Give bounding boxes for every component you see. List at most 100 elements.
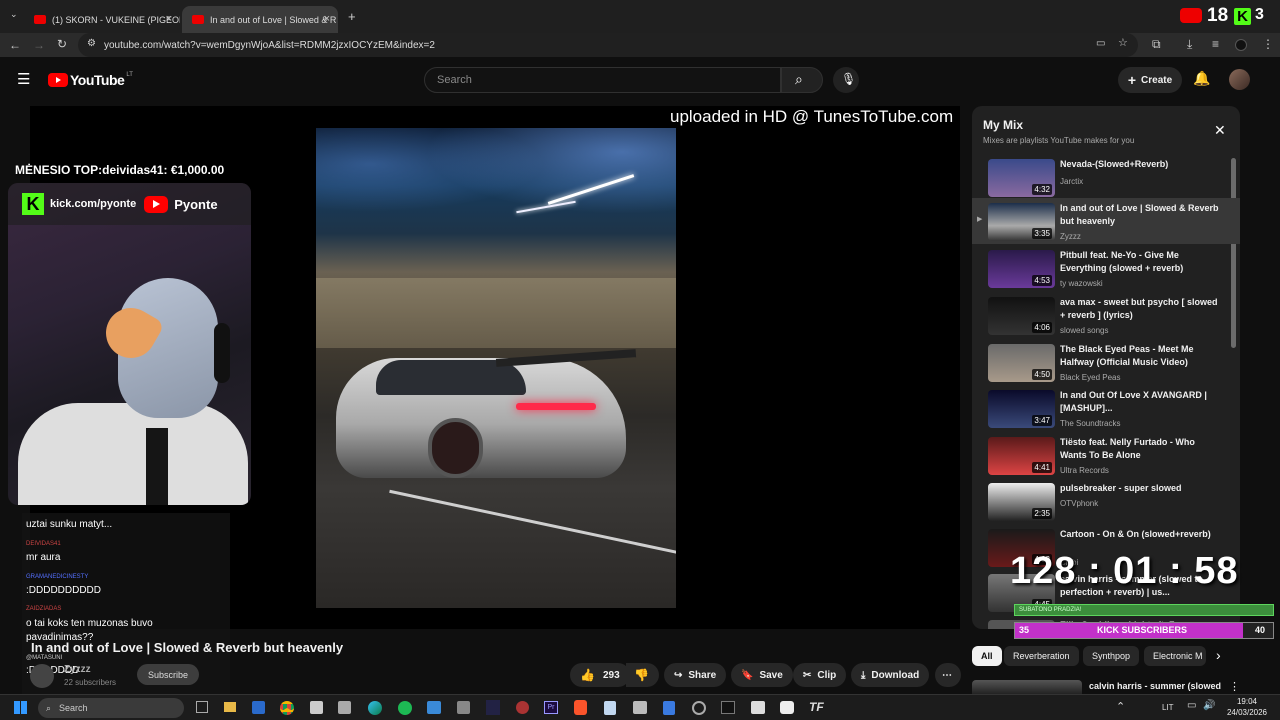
clip-button[interactable]: ✂ Clip <box>793 663 847 687</box>
dislike-button[interactable]: 👎 <box>626 663 659 687</box>
extensions-puzzle-icon[interactable]: ⧉ <box>1152 38 1161 50</box>
browser-toolbar: ← → ↻ ⚙ youtube.com/watch?v=wemDgynWjoA&… <box>0 33 1280 57</box>
tab-search-icon[interactable]: ≡ <box>1212 38 1219 50</box>
chips-next-chevron-icon[interactable]: › <box>1216 647 1221 663</box>
browser-tab-2-active[interactable]: In and out of Love | Slowed & R × <box>182 6 338 33</box>
hamburger-menu-icon[interactable]: ☰ <box>17 72 30 87</box>
playlist-item[interactable]: 4:53 Pitbull feat. Ne-Yo - Give Me Every… <box>972 245 1240 291</box>
playlist-item[interactable]: 4:06 ava max - sweet but psycho [ slowed… <box>972 292 1240 338</box>
taskbar-app-icon[interactable] <box>692 701 706 715</box>
video-frame[interactable] <box>316 128 676 608</box>
item-title: In and out of Love | Slowed & Reverb but… <box>1060 203 1219 226</box>
channel-name[interactable]: Zyzzz <box>64 664 91 675</box>
terminal-icon[interactable] <box>721 701 735 714</box>
download-icon[interactable]: ⤓ <box>1187 38 1192 50</box>
taskbar-search-input[interactable]: ⌕ Search <box>38 698 184 718</box>
taskbar-app-icon[interactable] <box>604 701 616 715</box>
brave-icon[interactable] <box>574 700 587 715</box>
download-button[interactable]: ⤓ Download <box>851 663 930 687</box>
chip-all[interactable]: All <box>972 646 1002 666</box>
taskbar-app-icon[interactable] <box>252 701 265 714</box>
clock-time[interactable]: 19:04 <box>1222 697 1272 706</box>
subscribe-button[interactable]: Subscribe <box>137 664 199 685</box>
task-view-icon[interactable] <box>196 701 208 713</box>
video-thumbnail: 3:35 <box>988 203 1055 241</box>
recommended-title[interactable]: calvin harris - summer (slowed <box>1089 681 1221 691</box>
volume-icon[interactable]: 🔊 <box>1203 700 1215 711</box>
forward-arrow-icon[interactable]: → <box>33 39 45 51</box>
duration: 3:35 <box>1032 228 1052 239</box>
site-info-icon[interactable]: ⚙ <box>87 39 96 49</box>
bookmark-star-icon[interactable]: ☆ <box>1118 38 1128 49</box>
tab-list-chevron-icon[interactable]: ⌄ <box>10 10 18 19</box>
video-thumbnail: 3:47 <box>988 390 1055 428</box>
close-tab-icon[interactable]: × <box>324 13 330 25</box>
taskbar-app-icon[interactable] <box>516 701 529 714</box>
notifications-bell-icon[interactable]: 🔔 <box>1193 71 1210 85</box>
socials-banner: K kick.com/pyonte Pyonte <box>8 183 251 225</box>
channel-avatar[interactable] <box>30 664 54 688</box>
taskbar-app-icon[interactable] <box>751 701 765 714</box>
taskbar-app-icon[interactable] <box>486 700 500 715</box>
video-thumbnail: 4:06 <box>988 297 1055 335</box>
voice-search-button[interactable]: 🎙 <box>833 67 859 93</box>
back-arrow-icon[interactable]: ← <box>9 39 21 51</box>
new-tab-plus-icon[interactable]: + <box>348 10 356 23</box>
item-title: Pitbull feat. Ne-Yo - Give Me Everything… <box>1060 250 1184 273</box>
search-icon: ⌕ <box>795 71 803 87</box>
taskbar-app-icon[interactable] <box>457 701 470 714</box>
recommended-more-icon[interactable]: ⋮ <box>1229 680 1240 693</box>
share-button[interactable]: ↪ Share <box>664 663 727 687</box>
taskbar-app-icon[interactable] <box>633 701 647 714</box>
profile-avatar[interactable] <box>1235 39 1247 51</box>
youtube-logo[interactable]: YouTube LT <box>48 71 133 89</box>
taskbar-app-icon[interactable] <box>780 701 794 714</box>
taskbar-app-icon[interactable]: TF <box>809 700 824 714</box>
playlist-item[interactable]: 2:35 pulsebreaker - super slowed OTVphon… <box>972 478 1240 524</box>
show-hidden-icons-chevron[interactable]: ⌃ <box>1116 700 1125 713</box>
address-bar[interactable]: ⚙ youtube.com/watch?v=wemDgynWjoA&list=R… <box>78 33 1138 57</box>
taskbar-app-icon[interactable] <box>338 701 351 714</box>
chrome-icon[interactable] <box>280 701 294 715</box>
playlist-item-current[interactable]: ▶ 3:35 In and out of Love | Slowed & Rev… <box>972 198 1240 244</box>
network-icon[interactable]: ▭ <box>1187 700 1196 711</box>
file-explorer-icon[interactable] <box>224 702 236 712</box>
playlist-item[interactable]: 3:47 In and Out Of Love X AVANGARD | [MA… <box>972 385 1240 431</box>
video-title: In and out of Love | Slowed & Reverb but… <box>31 640 344 655</box>
close-tab-icon[interactable]: × <box>166 13 172 25</box>
reload-icon[interactable]: ↻ <box>57 38 67 50</box>
video-thumbnail: 4:53 <box>988 250 1055 288</box>
clock-date[interactable]: 24/03/2026 <box>1222 708 1272 717</box>
browser-tab-1[interactable]: (1) SKORN - VUKEINE (PIGEON × <box>24 6 180 33</box>
webcam-feed: K kick.com/pyonte Pyonte <box>8 183 251 505</box>
account-avatar[interactable] <box>1229 69 1250 90</box>
browser-menu-icon[interactable]: ⋮ <box>1262 38 1274 50</box>
playlist-item[interactable]: 4:50 The Black Eyed Peas - Meet Me Halfw… <box>972 339 1240 385</box>
taskbar-app-icon[interactable] <box>310 701 323 714</box>
playlist-item[interactable]: 4:41 Tiësto feat. Nelly Furtado - Who Wa… <box>972 432 1240 478</box>
create-button[interactable]: + Create <box>1118 67 1182 93</box>
headphones-decoration <box>214 323 230 383</box>
chip-reverberation[interactable]: Reverberation <box>1004 646 1079 666</box>
save-button[interactable]: 🔖 Save <box>731 663 793 687</box>
windows-start-icon[interactable] <box>14 701 27 714</box>
chip-electronic[interactable]: Electronic M <box>1144 646 1206 666</box>
edge-icon[interactable] <box>368 701 382 715</box>
close-playlist-icon[interactable]: ✕ <box>1214 122 1226 139</box>
chip-synthpop[interactable]: Synthpop <box>1083 646 1140 666</box>
streamer-body-decoration <box>18 403 248 505</box>
language-indicator[interactable]: LIT <box>1162 703 1174 712</box>
search-button[interactable]: ⌕ <box>781 67 823 93</box>
search-input[interactable]: Search <box>424 67 781 93</box>
playlist-item[interactable]: 4:32 Nevada-(Slowed+Reverb) Jarctix <box>972 154 1240 200</box>
spotify-icon[interactable] <box>398 701 412 715</box>
taskbar-app-icon[interactable] <box>427 701 441 714</box>
recommended-thumbnail[interactable] <box>972 680 1082 694</box>
like-button[interactable]: 👍 293 <box>570 663 630 687</box>
taskbar-app-icon[interactable] <box>663 701 675 715</box>
more-actions-button[interactable]: ⋯ <box>935 663 961 687</box>
monthly-top-donor: MĖNESIO TOP:deividas41: €1,000.00 <box>15 163 225 177</box>
install-app-icon[interactable]: ▭ <box>1096 39 1105 49</box>
premiere-icon[interactable]: Pr <box>544 701 558 714</box>
scissors-icon: ✂ <box>803 669 812 681</box>
